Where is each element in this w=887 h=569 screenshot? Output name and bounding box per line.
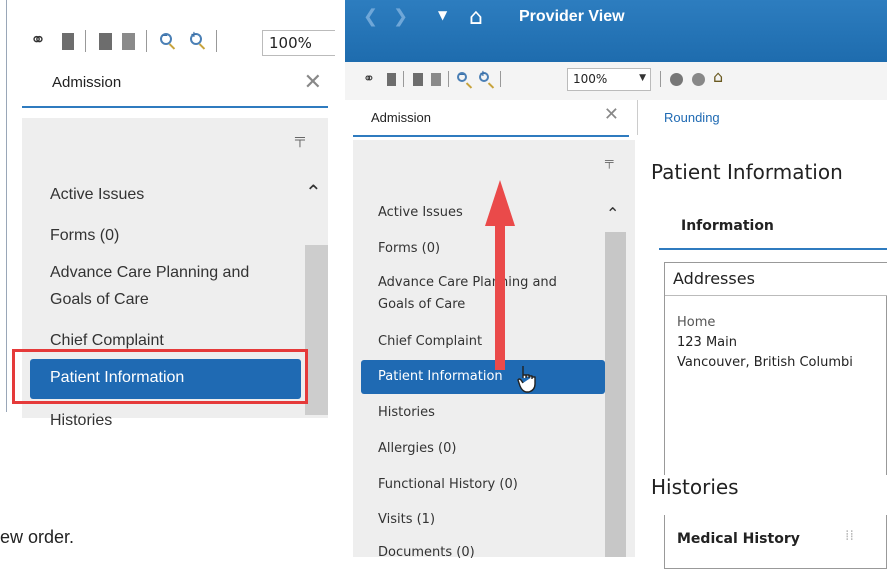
tab-label: Rounding [664,110,720,125]
chevron-up-icon[interactable]: ⌃ [305,180,322,204]
nav-item-documents[interactable]: Documents (0) [378,545,475,560]
nav-item-visits[interactable]: Visits (1) [378,512,435,527]
drag-handle-icon[interactable]: ⁞⁞ [845,528,854,544]
nav-item-functional-history[interactable]: Functional History (0) [378,477,518,492]
toolbar-separator [500,71,501,87]
zoom-level-value: 100% [269,34,312,52]
pin-icon[interactable]: ╤ [605,154,614,168]
addresses-header: Addresses [665,263,887,296]
close-icon[interactable]: ✕ [604,104,619,125]
nav-item-advance-care[interactable]: Advance Care Planning and [378,275,557,290]
tab-label: Admission [371,110,431,125]
nav-item-chief-complaint[interactable]: Chief Complaint [50,332,164,350]
binoculars-icon[interactable]: ⚭ [363,72,375,86]
tab-admission[interactable]: Admission ✕ [22,62,328,108]
dropdown-icon[interactable]: ▼ [438,8,447,22]
nav-item-patient-information[interactable]: Patient Information [361,360,605,394]
caption-text: ew order. [0,527,75,547]
toolbar-separator [146,30,147,52]
nav-item-forms[interactable]: Forms (0) [50,227,119,245]
forward-icon[interactable]: ❯ [393,6,408,27]
scrollbar[interactable] [605,232,626,557]
zoom-level-field[interactable]: 100% [262,30,335,56]
tab-information[interactable]: Information [659,212,887,250]
zoom-out-icon[interactable] [160,30,172,45]
scrollbar[interactable] [305,245,328,415]
nav-item-histories[interactable]: Histories [50,412,112,430]
arrow-shaft [495,222,505,370]
nav-item-allergies[interactable]: Allergies (0) [378,441,456,456]
nav-item-histories[interactable]: Histories [378,405,435,420]
addresses-panel: Addresses Home 123 Main Vancouver, Briti… [664,262,887,569]
zoom-in-icon[interactable] [190,30,202,45]
provider-view-window: ❮ ❯ ▼ ⌂ Provider View ⚭ 100% ▼ ⌂ Admissi… [345,0,887,569]
nav-item-chief-complaint[interactable]: Chief Complaint [378,334,482,349]
histories-label: Histories [651,475,739,499]
section-title: Patient Information [651,160,843,184]
nav-item-advance-care[interactable]: Advance Care Planning and [50,264,249,282]
zoom-level-value: 100% [573,72,608,86]
page-icon[interactable] [387,73,396,86]
zoom-in-icon[interactable] [479,69,489,82]
home-icon[interactable]: ⌂ [469,5,483,30]
tab-rounding[interactable]: Rounding [637,100,887,135]
content-pane: Patient Information Information Addresse… [645,140,887,569]
pointer-hand-icon [517,366,536,393]
toolbar: ⚭ 100% ▼ ⌂ [345,62,887,100]
pin-icon[interactable]: ╤ [295,130,305,146]
addresses-title: Addresses [673,269,755,288]
histories-title: Histories [651,475,887,515]
nav-item-label: Patient Information [378,369,503,384]
page-forward-icon[interactable] [431,73,441,86]
zoom-out-icon[interactable] [457,69,467,82]
toolbar-separator [85,30,86,52]
nav-item-active-issues[interactable]: Active Issues [378,205,463,220]
highlight-box [12,349,308,404]
window-title: Provider View [519,8,625,25]
tab-label: Information [681,218,774,234]
toolbar-separator [448,71,449,87]
nav-item-active-issues[interactable]: Active Issues [50,186,144,204]
chevron-up-icon[interactable]: ⌃ [606,204,619,223]
tab-label: Admission [52,74,122,91]
page-back-icon[interactable] [99,33,112,50]
toolbar-separator [660,71,661,87]
nav-item-goals-of-care[interactable]: Goals of Care [50,291,149,309]
address-line: Vancouver, British Columbi [677,355,853,370]
page-icon[interactable] [62,33,74,50]
binoculars-icon[interactable]: ⚭ [30,31,46,50]
nav-item-forms[interactable]: Forms (0) [378,241,440,256]
address-type: Home [677,315,716,330]
page-forward-icon[interactable] [122,33,135,50]
back-icon[interactable]: ❮ [363,6,378,27]
nav-item-goals-of-care[interactable]: Goals of Care [378,297,465,312]
circle-icon[interactable] [670,73,683,86]
zoomed-panel: ⚭ 100% Admission ✕ ╤ ⌃ Active Issues For… [0,0,345,557]
medical-history-label[interactable]: Medical History [677,531,800,547]
toolbar-separator [403,71,404,87]
tab-admission[interactable]: Admission ✕ [353,100,629,137]
close-icon[interactable]: ✕ [304,70,322,95]
circle-icon[interactable] [692,73,705,86]
home-icon[interactable]: ⌂ [713,69,723,85]
chevron-down-icon[interactable]: ▼ [639,73,646,83]
zoom-level-select[interactable]: 100% ▼ [567,68,651,91]
arrow-head [485,180,515,226]
panel-border [6,0,7,412]
arrow-up-annotation [485,180,515,370]
title-bar: ❮ ❯ ▼ ⌂ Provider View [345,0,887,62]
toolbar-separator [216,30,217,52]
address-line: 123 Main [677,335,737,350]
page-back-icon[interactable] [413,73,423,86]
